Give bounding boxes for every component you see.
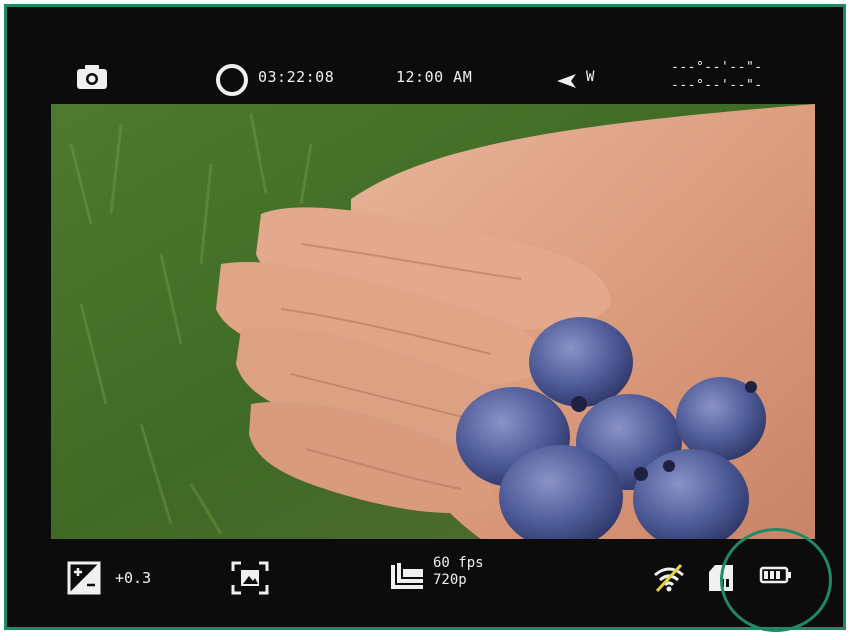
frame-rate: 60 fps xyxy=(433,555,484,571)
exposure-value: +0.3 xyxy=(115,569,152,587)
video-format[interactable]: 60 fps 720p xyxy=(433,555,484,589)
longitude-readout: ---°--'--"- xyxy=(671,78,763,93)
camera-icon[interactable] xyxy=(73,61,111,95)
settings-bar: +0.3 60 fps 720p xyxy=(7,539,843,627)
direction-label: W xyxy=(586,69,595,85)
battery-icon[interactable] xyxy=(759,565,793,589)
latitude-readout: ---°--'--"- xyxy=(671,60,763,75)
status-bar: 03:22:08 12:00 AM W ---°--'--"- ---°--'-… xyxy=(7,7,843,103)
focus-frame-icon[interactable] xyxy=(231,561,269,599)
record-ring-icon[interactable] xyxy=(214,62,250,102)
recording-time: 03:22:08 xyxy=(258,68,335,86)
viewfinder-preview[interactable] xyxy=(51,104,815,539)
camera-screen: 03:22:08 12:00 AM W ---°--'--"- ---°--'-… xyxy=(4,4,846,630)
resolution: 720p xyxy=(433,572,467,588)
wifi-off-icon[interactable] xyxy=(651,561,687,599)
exposure-compensation-icon[interactable] xyxy=(67,561,101,599)
clock-time: 12:00 AM xyxy=(396,68,473,86)
direction-arrow-icon xyxy=(557,73,577,92)
layers-icon[interactable] xyxy=(387,561,425,597)
sd-card-icon[interactable] xyxy=(707,561,737,599)
